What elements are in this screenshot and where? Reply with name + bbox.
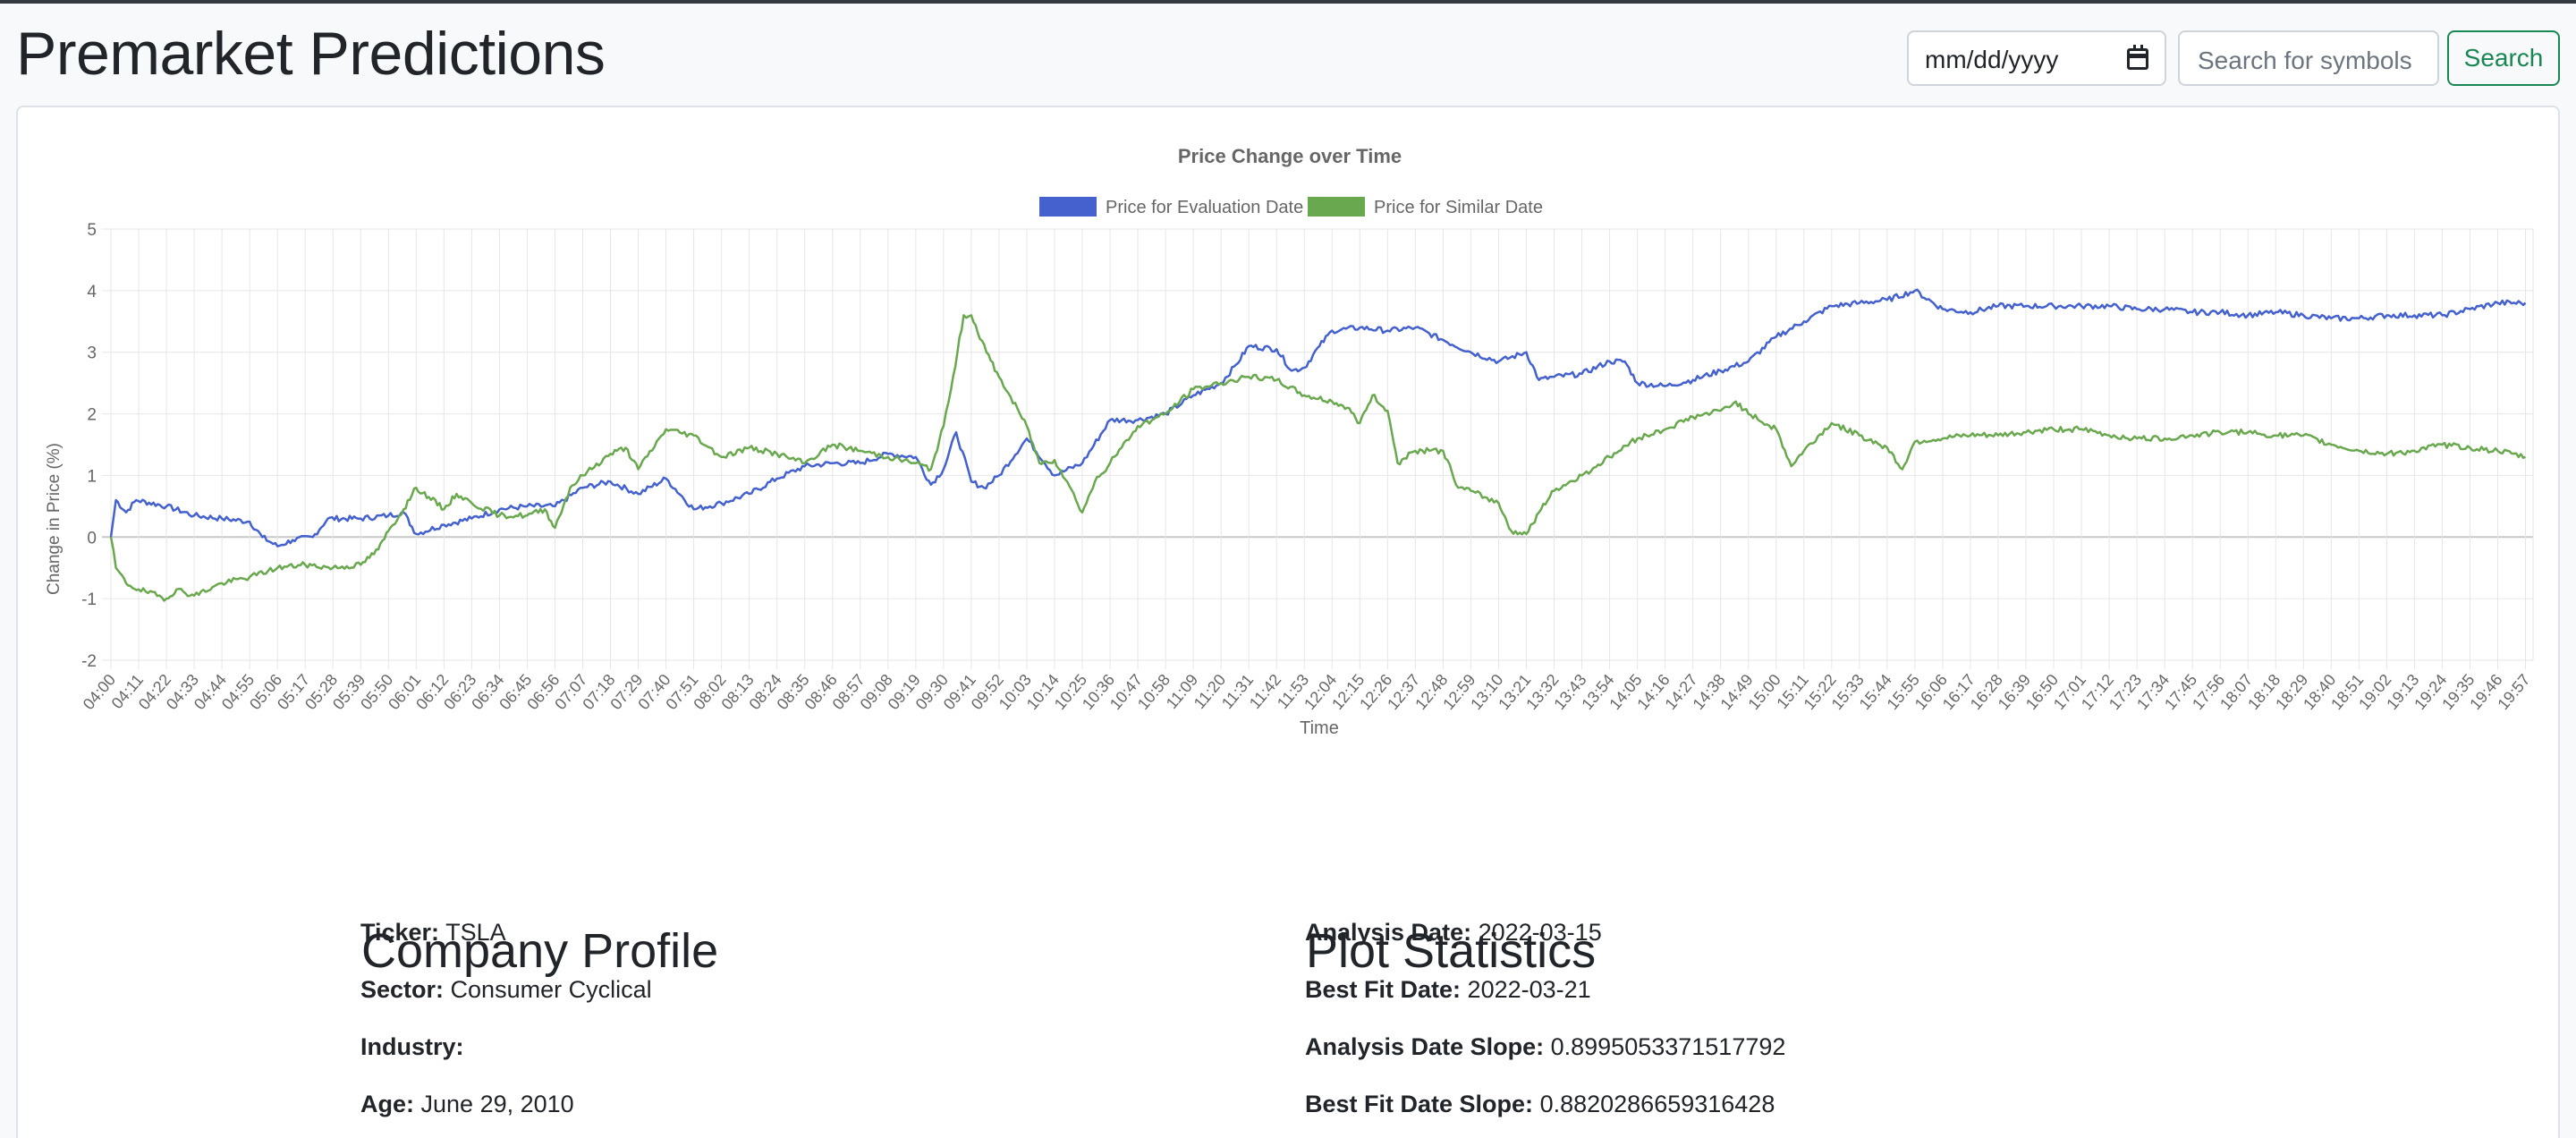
industry-row: Industry: xyxy=(360,1033,464,1061)
search-input[interactable]: Search for symbols xyxy=(2178,30,2439,86)
ticker-value: TSLA xyxy=(445,919,506,946)
x-tick-label: 19:57 xyxy=(2494,671,2533,713)
y-axis-ticks: -2 -1 0 1 2 3 4 5 xyxy=(81,221,97,671)
analysis-slope-label: Analysis Date Slope: xyxy=(1305,1033,1545,1060)
chart-grid xyxy=(102,228,2534,669)
x-tick-label: 04:00 xyxy=(80,671,119,713)
best-fit-date-value: 2022-03-21 xyxy=(1467,976,1591,1003)
best-fit-date-row: Best Fit Date: 2022-03-21 xyxy=(1305,976,1591,1004)
y-tick-label: 1 xyxy=(87,467,97,486)
analysis-slope-row: Analysis Date Slope: 0.8995053371517792 xyxy=(1305,1033,1785,1061)
y-axis-label: Change in Price (%) xyxy=(45,443,64,595)
price-change-chart: Price Change over Time Price for Evaluat… xyxy=(45,145,2534,738)
series-line-evaluation-date[interactable] xyxy=(109,288,2527,548)
sector-row: Sector: Consumer Cyclical xyxy=(360,976,652,1004)
best-fit-slope-label: Best Fit Date Slope: xyxy=(1305,1091,1534,1117)
analysis-date-row: Analysis Date: 2022-03-15 xyxy=(1305,919,1602,947)
ticker-label: Ticker: xyxy=(360,919,440,946)
industry-label: Industry: xyxy=(360,1033,464,1060)
navbar: Premarket Predictions mm/dd/yyyy Search … xyxy=(0,4,2576,104)
age-label: Age: xyxy=(360,1091,414,1117)
legend-swatch-eval[interactable] xyxy=(1039,197,1097,217)
best-fit-slope-value: 0.8820286659316428 xyxy=(1539,1091,1775,1117)
ticker-row: Ticker: TSLA xyxy=(360,919,506,947)
date-input-placeholder: mm/dd/yyyy xyxy=(1925,46,2059,73)
best-fit-date-label: Best Fit Date: xyxy=(1305,976,1462,1003)
date-input[interactable]: mm/dd/yyyy xyxy=(1907,30,2166,86)
y-tick-label: 4 xyxy=(87,283,97,301)
x-tick-label: 15:00 xyxy=(1745,671,1784,713)
analysis-slope-value: 0.8995053371517792 xyxy=(1550,1033,1786,1060)
age-row: Age: June 29, 2010 xyxy=(360,1091,574,1118)
chart-legend: Price for Evaluation Date Price for Simi… xyxy=(1039,197,1543,217)
best-fit-slope-row: Best Fit Date Slope: 0.8820286659316428 xyxy=(1305,1091,1775,1118)
legend-swatch-similar[interactable] xyxy=(1308,197,1365,217)
chart-series xyxy=(109,288,2527,602)
y-tick-label: 0 xyxy=(87,529,97,548)
x-axis-ticks: 04:0004:1104:2204:3304:4404:5505:0605:17… xyxy=(80,671,2534,713)
y-tick-label: 2 xyxy=(87,406,97,425)
y-tick-label: 3 xyxy=(87,344,97,363)
y-tick-label: -1 xyxy=(81,590,97,609)
chart-title: Price Change over Time xyxy=(1178,145,1402,167)
calendar-icon[interactable] xyxy=(2127,45,2148,70)
search-input-placeholder: Search for symbols xyxy=(2198,47,2412,74)
analysis-date-value: 2022-03-15 xyxy=(1478,919,1602,946)
sector-value: Consumer Cyclical xyxy=(450,976,652,1003)
y-tick-label: -2 xyxy=(81,652,97,671)
series-line-similar-date[interactable] xyxy=(109,314,2526,602)
y-tick-label: 5 xyxy=(87,221,97,240)
x-tick-label: 10:58 xyxy=(1134,671,1174,713)
age-value: June 29, 2010 xyxy=(420,1091,574,1117)
page-title[interactable]: Premarket Predictions xyxy=(16,20,606,88)
x-axis-label: Time xyxy=(1300,718,1339,738)
analysis-date-label: Analysis Date: xyxy=(1305,919,1472,946)
legend-label-eval[interactable]: Price for Evaluation Date xyxy=(1106,198,1303,217)
legend-label-similar[interactable]: Price for Similar Date xyxy=(1374,198,1543,217)
sector-label: Sector: xyxy=(360,976,445,1003)
search-button[interactable]: Search xyxy=(2447,30,2560,86)
